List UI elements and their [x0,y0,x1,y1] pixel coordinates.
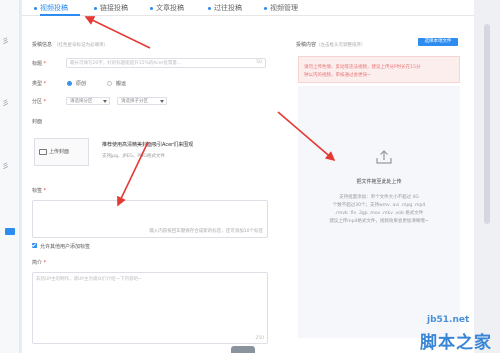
partition-sub-placeholder: 请选择子分区 [121,99,148,104]
sidebar-glyph: 彡 [2,37,9,45]
dropzone-hint-line: 个数不超过30个；支持wmv .avi .mpg .mp4 [332,203,426,208]
tags-label-text: 标签 [32,188,43,194]
dropzone-hint-line: 建议上传mp4格式文件，视频效果会更加清晰哦~ [329,219,429,224]
tab-dot [208,6,211,10]
upload-cover-label: 上传封面 [49,149,70,155]
tab-label: 视频管理 [270,4,298,12]
intro-counter: 250 [255,336,264,341]
chevron-down-icon [103,100,107,103]
notice-line: 请勿上传色情、反动等违法视频，建议上传分P时长在15分 [304,65,421,70]
page-scrollbar[interactable] [474,0,500,353]
watermark-url: jb51.net [427,315,470,325]
tab-past-uploads[interactable]: 过往投稿 [208,3,242,13]
section-hint: （红色星号标记为必填项） [54,43,109,48]
cover-description: 推荐使用高清精美封面吸引Acer们来围观 [102,142,194,148]
scrollbar-thumb[interactable] [484,24,490,224]
intro-label-text: 简介 [32,260,43,266]
tags-label: 标签 * [32,187,46,194]
title-input[interactable]: 最长可填写20字，好的标题能提升15%的Acer投票量... 50 [66,58,266,68]
allow-tags-checkbox[interactable] [32,243,37,248]
tab-label: 链接投稿 [100,4,128,12]
partition-main-select[interactable]: 请选择分区 [66,97,110,105]
chevron-down-icon [160,100,164,103]
tab-dot [150,6,153,10]
required-mark: * [43,61,47,67]
upload-card: 视频投稿 链接投稿 文章投稿 过往投稿 视频管理 投稿信息 （红色星号标记为必填项… [22,0,474,353]
tab-dot [34,6,37,10]
required-mark: * [43,99,47,105]
tab-bar: 视频投稿 链接投稿 文章投稿 过往投稿 视频管理 [22,0,474,16]
tab-dot [94,6,97,10]
upload-icon [376,150,392,164]
tab-video-manage[interactable]: 视频管理 [264,3,298,13]
tab-link-upload[interactable]: 链接投稿 [94,3,128,13]
sidebar-glyph: 彡 [2,162,9,170]
partition-sub-select[interactable]: 请选择子分区 [117,97,167,105]
required-mark: * [43,188,47,194]
tab-video-upload[interactable]: 视频投稿 [34,3,68,13]
title-placeholder: 最长可填写20字，好的标题能提升15%的Acer投票量... [70,61,182,66]
content-panel-hint: （左击框头可调整排序） [316,43,366,48]
type-label-text: 类型 [32,81,43,87]
section-title: 投稿信息 （红色星号标记为必填项） [32,41,108,48]
sidebar-glyph: 彡 [2,99,9,107]
title-label: 标题 * [32,60,46,67]
upload-notice: 请勿上传色情、反动等违法视频，建议上传分P时长在15分 钟以内的视频，审核通过会… [298,56,460,83]
tags-input[interactable]: 输入内容按回车键保存合成新的标签，还可添加10个标签 [32,200,268,238]
sidebar-badge[interactable] [5,228,15,235]
tab-label: 过往投稿 [214,4,242,12]
upload-cover-button[interactable]: 上传封面 [34,138,89,166]
type-label: 类型 * [32,80,46,87]
image-icon [39,149,47,155]
cover-format-hint: 支持jpg、JPEG、PNG格式文件 [102,154,165,159]
required-mark: * [43,81,47,87]
watermark-brand: 脚本之家 [420,333,492,353]
intro-textarea[interactable]: 非凯UP主的制作，请UP主为观众们介绍一下内容吧~ 250 [32,272,268,344]
tab-article-upload[interactable]: 文章投稿 [150,3,184,13]
tab-label: 文章投稿 [156,4,184,12]
radio-repost-label: 搬运 [116,81,127,87]
select-local-file-button[interactable]: 选择本地文件 [418,38,458,46]
radio-repost[interactable] [107,81,112,86]
partition-label-text: 分区 [32,99,43,105]
tags-hint: 输入内容按回车键保存合成新的标签，还可添加10个标签 [149,229,263,234]
file-dropzone[interactable]: 把文件拖至此处上传 支持批量添加：单个文件大小不超过 4G 个数不超过30个；支… [298,86,460,338]
section-title-text: 投稿信息 [32,42,53,48]
tab-dot [264,6,267,10]
content-panel-title-text: 投稿内容 [296,42,317,48]
intro-placeholder: 非凯UP主的制作，请UP主为观众们介绍一下内容吧~ [36,277,142,282]
title-counter: 50 [256,60,262,65]
title-label-text: 标题 [32,61,43,67]
required-mark: * [43,260,47,266]
intro-label: 简介 * [32,259,46,266]
dropzone-hint-line: .rmvb .flv .3gp .mov .mkv .vob 格式文件 [334,211,424,216]
cover-label: 封面 [32,119,43,125]
radio-original-label: 原创 [76,81,87,87]
dropzone-hint-line: 支持批量添加：单个文件大小不超过 4G [339,195,419,200]
allow-tags-label: 允许其他用户添加标签 [40,244,91,250]
bottom-handle [231,346,255,353]
active-tab-indicator [40,14,80,16]
tab-label: 视频投稿 [40,4,68,12]
radio-original[interactable] [67,81,72,86]
page: 彡 彡 彡 视频投稿 链接投稿 文章投稿 过往投稿 视频管理 投稿信息 （红色星号… [0,0,500,353]
left-sidebar: 彡 彡 彡 [0,0,20,353]
dropzone-title: 把文件拖至此处上传 [356,179,402,185]
notice-line: 钟以内的视频，审核通过会更快~ [304,73,371,78]
partition-main-placeholder: 请选择分区 [70,99,93,104]
content-panel-title: 投稿内容（左击框头可调整排序） [296,41,366,48]
partition-label: 分区 * [32,98,46,105]
